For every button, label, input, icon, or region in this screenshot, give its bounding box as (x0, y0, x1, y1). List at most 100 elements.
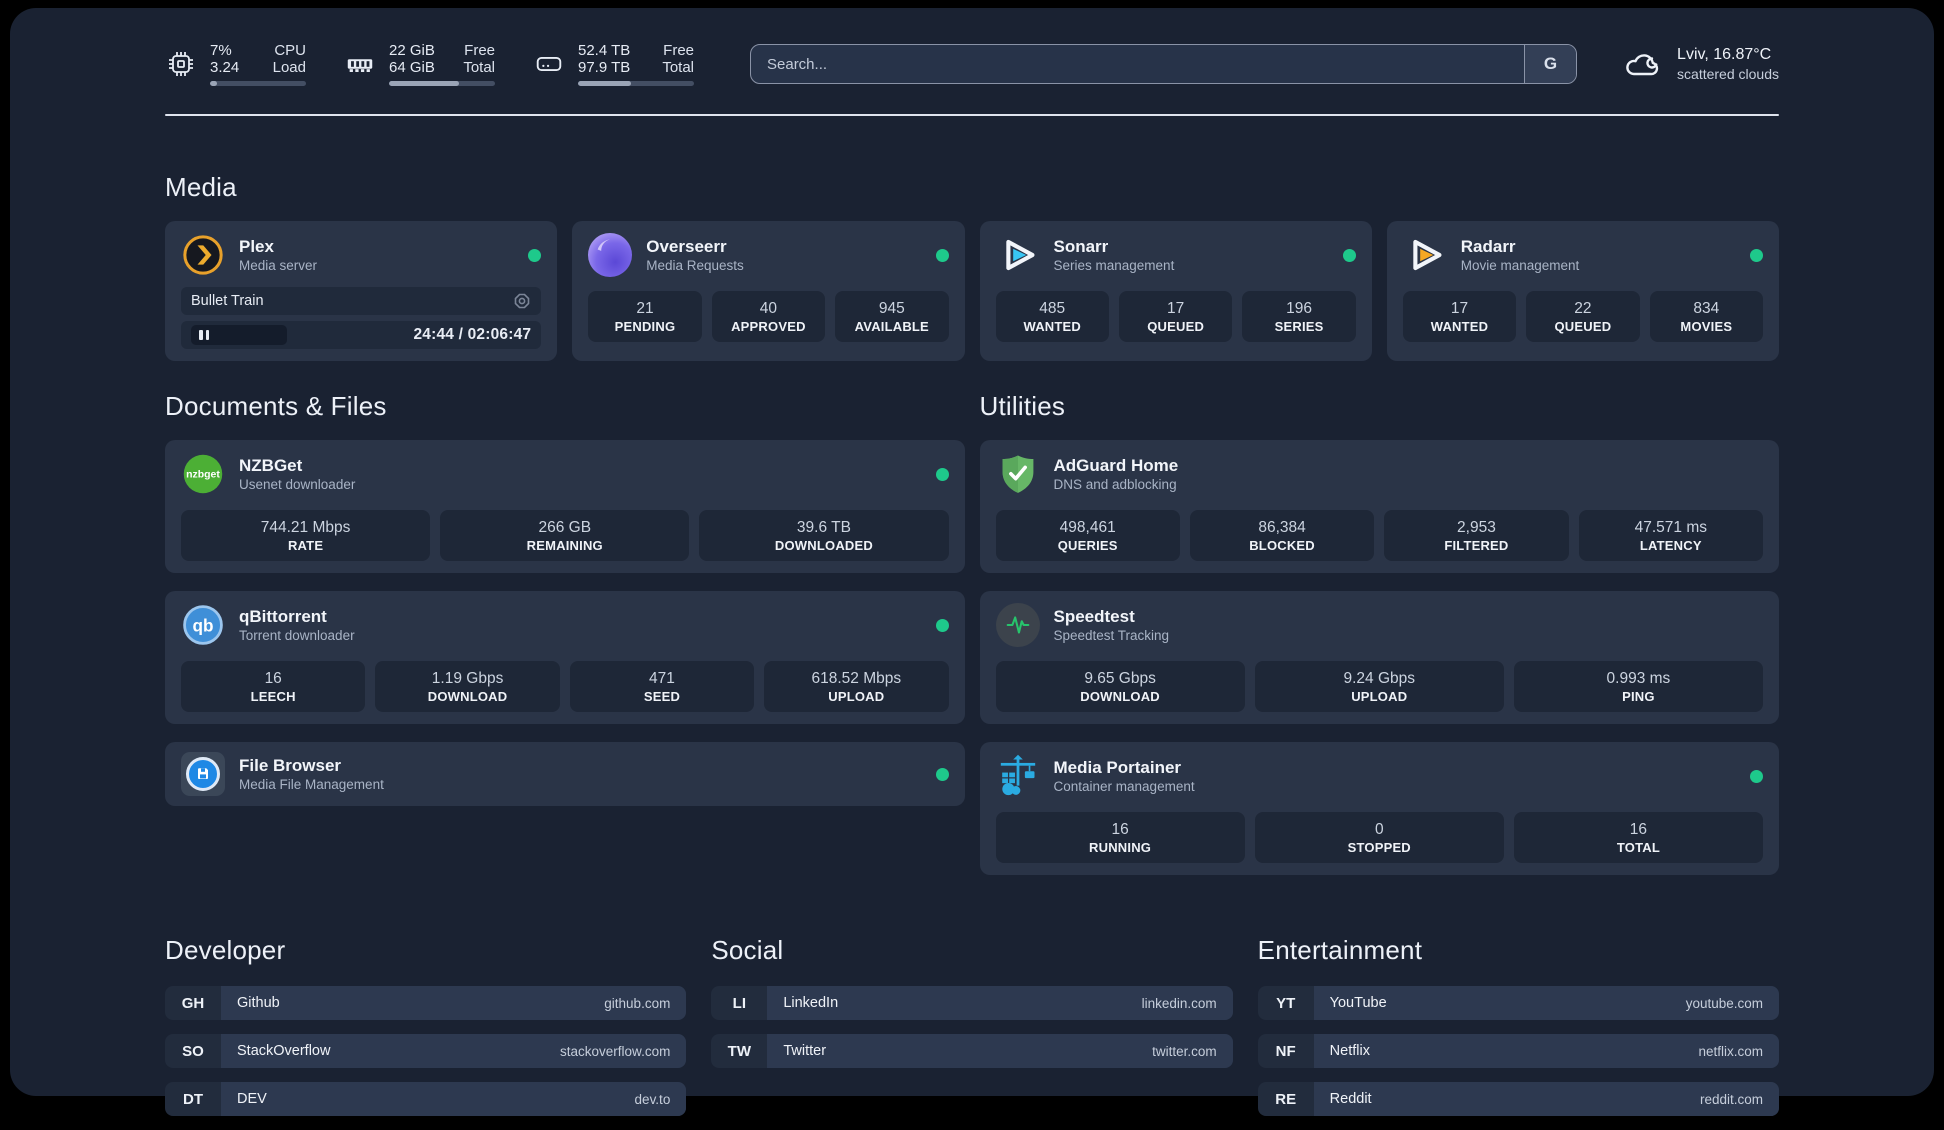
cpu-load-label: Load (273, 59, 306, 76)
portainer-stat-running: 16 RUNNING (996, 812, 1245, 863)
adguard-description: DNS and adblocking (1054, 477, 1179, 493)
radarr-name: Radarr (1461, 237, 1580, 256)
qbittorrent-icon: qb (181, 603, 225, 647)
overseerr-stat-available: 945 AVAILABLE (835, 291, 948, 342)
disk-free-label: Free (663, 42, 694, 59)
overseerr-card[interactable]: Overseerr Media Requests 21 PENDING 40 A… (572, 221, 964, 361)
now-playing-row: Bullet Train (181, 287, 541, 315)
qbittorrent-stat-leech: 16 LEECH (181, 661, 365, 712)
radarr-description: Movie management (1461, 258, 1580, 274)
speedtest-icon (996, 603, 1040, 647)
ram-progress-track (389, 81, 495, 86)
cloud-icon (1621, 47, 1663, 81)
qbittorrent-name: qBittorrent (239, 607, 355, 626)
section-title-developer: Developer (165, 935, 686, 966)
link-youtube[interactable]: YT YouTube youtube.com (1258, 986, 1779, 1020)
disk-free-value: 52.4 TB (578, 42, 630, 59)
section-title-social: Social (711, 935, 1232, 966)
disk-progress-track (578, 81, 694, 86)
link-linkedin-name: LinkedIn (783, 995, 838, 1011)
ram-free-label: Free (464, 42, 495, 59)
filebrowser-name: File Browser (239, 756, 384, 775)
sonarr-description: Series management (1054, 258, 1175, 274)
link-netflix-abbr: NF (1258, 1034, 1314, 1068)
link-netflix-name: Netflix (1330, 1043, 1370, 1059)
weather-location-temp: Lviv, 16.87°C (1677, 45, 1779, 65)
link-youtube-name: YouTube (1330, 995, 1387, 1011)
adguard-stat-blocked: 86,384 BLOCKED (1190, 510, 1374, 561)
qbittorrent-stat-upload: 618.52 Mbps UPLOAD (764, 661, 948, 712)
link-dev-url: dev.to (635, 1092, 671, 1107)
speedtest-stat-ping: 0.993 ms PING (1514, 661, 1763, 712)
search-engine-button[interactable]: G (1524, 45, 1576, 83)
bookmark-group-social: Social LI LinkedIn linkedin.com TW Twitt… (711, 935, 1232, 1130)
cpu-usage-value: 7% (210, 42, 232, 59)
radarr-stat-wanted: 17 WANTED (1403, 291, 1516, 342)
cpu-progress-track (210, 81, 306, 86)
plex-player: Bullet Train 24:44 / 02:06:47 (181, 287, 541, 349)
link-reddit-name: Reddit (1330, 1091, 1372, 1107)
plex-card[interactable]: Plex Media server Bullet Train (165, 221, 557, 361)
speedtest-stat-download: 9.65 Gbps DOWNLOAD (996, 661, 1245, 712)
link-stackoverflow[interactable]: SO StackOverflow stackoverflow.com (165, 1034, 686, 1068)
link-reddit-url: reddit.com (1700, 1092, 1763, 1107)
cpu-load-value: 3.24 (210, 59, 239, 76)
qbittorrent-card[interactable]: qb qBittorrent Torrent downloader 16 LEE… (165, 591, 965, 724)
adguard-card[interactable]: AdGuard Home DNS and adblocking 498,461 … (980, 440, 1780, 573)
link-github-abbr: GH (165, 986, 221, 1020)
pause-button[interactable] (191, 325, 287, 345)
qbittorrent-description: Torrent downloader (239, 628, 355, 644)
filebrowser-icon (181, 752, 225, 796)
ram-total-value: 64 GiB (389, 59, 435, 76)
speedtest-stat-upload: 9.24 Gbps UPLOAD (1255, 661, 1504, 712)
topbar: 7% CPU 3.24 Load (165, 36, 1779, 92)
portainer-card[interactable]: Media Portainer Container management 16 … (980, 742, 1780, 875)
nzbget-card[interactable]: nzbget NZBGet Usenet downloader 744.21 M… (165, 440, 965, 573)
link-linkedin-url: linkedin.com (1142, 996, 1217, 1011)
portainer-stat-total: 16 TOTAL (1514, 812, 1763, 863)
svg-text:nzbget: nzbget (186, 470, 220, 481)
overseerr-stat-approved: 40 APPROVED (712, 291, 825, 342)
radarr-card[interactable]: Radarr Movie management 17 WANTED 22 QUE… (1387, 221, 1779, 361)
link-linkedin-abbr: LI (711, 986, 767, 1020)
portainer-stat-stopped: 0 STOPPED (1255, 812, 1504, 863)
speedtest-card[interactable]: Speedtest Speedtest Tracking 9.65 Gbps D… (980, 591, 1780, 724)
nzbget-icon: nzbget (181, 452, 225, 496)
link-netflix[interactable]: NF Netflix netflix.com (1258, 1034, 1779, 1068)
speedtest-name: Speedtest (1054, 607, 1170, 626)
pause-icon (199, 330, 203, 340)
ram-progress-fill (389, 81, 459, 86)
section-title-media: Media (165, 172, 1779, 203)
section-title-entertainment: Entertainment (1258, 935, 1779, 966)
qbittorrent-status-dot (936, 619, 949, 632)
ram-icon (344, 48, 376, 80)
sonarr-stat-series: 196 SERIES (1242, 291, 1355, 342)
link-twitter[interactable]: TW Twitter twitter.com (711, 1034, 1232, 1068)
portainer-description: Container management (1054, 779, 1195, 795)
bookmark-group-entertainment: Entertainment YT YouTube youtube.com NF … (1258, 935, 1779, 1130)
nzbget-name: NZBGet (239, 456, 355, 475)
cpu-usage-label: CPU (274, 42, 306, 59)
player-settings-icon[interactable] (513, 292, 531, 310)
sonarr-stat-wanted: 485 WANTED (996, 291, 1109, 342)
link-linkedin[interactable]: LI LinkedIn linkedin.com (711, 986, 1232, 1020)
radarr-stat-queued: 22 QUEUED (1526, 291, 1639, 342)
link-github[interactable]: GH Github github.com (165, 986, 686, 1020)
section-title-documents: Documents & Files (165, 391, 965, 422)
cpu-progress-fill (210, 81, 217, 86)
link-youtube-url: youtube.com (1686, 996, 1763, 1011)
overseerr-name: Overseerr (646, 237, 744, 256)
sonarr-card[interactable]: Sonarr Series management 485 WANTED 17 Q… (980, 221, 1372, 361)
link-dev[interactable]: DT DEV dev.to (165, 1082, 686, 1116)
nzbget-stat-remaining: 266 GB REMAINING (440, 510, 689, 561)
portainer-status-dot (1750, 770, 1763, 783)
link-reddit[interactable]: RE Reddit reddit.com (1258, 1082, 1779, 1116)
link-twitter-url: twitter.com (1152, 1044, 1217, 1059)
filebrowser-card[interactable]: File Browser Media File Management (165, 742, 965, 806)
qbittorrent-stat-download: 1.19 Gbps DOWNLOAD (375, 661, 559, 712)
link-dev-abbr: DT (165, 1082, 221, 1116)
link-stackoverflow-url: stackoverflow.com (560, 1044, 670, 1059)
plex-description: Media server (239, 258, 317, 274)
portainer-icon (996, 754, 1040, 798)
search-input[interactable] (751, 45, 1524, 83)
